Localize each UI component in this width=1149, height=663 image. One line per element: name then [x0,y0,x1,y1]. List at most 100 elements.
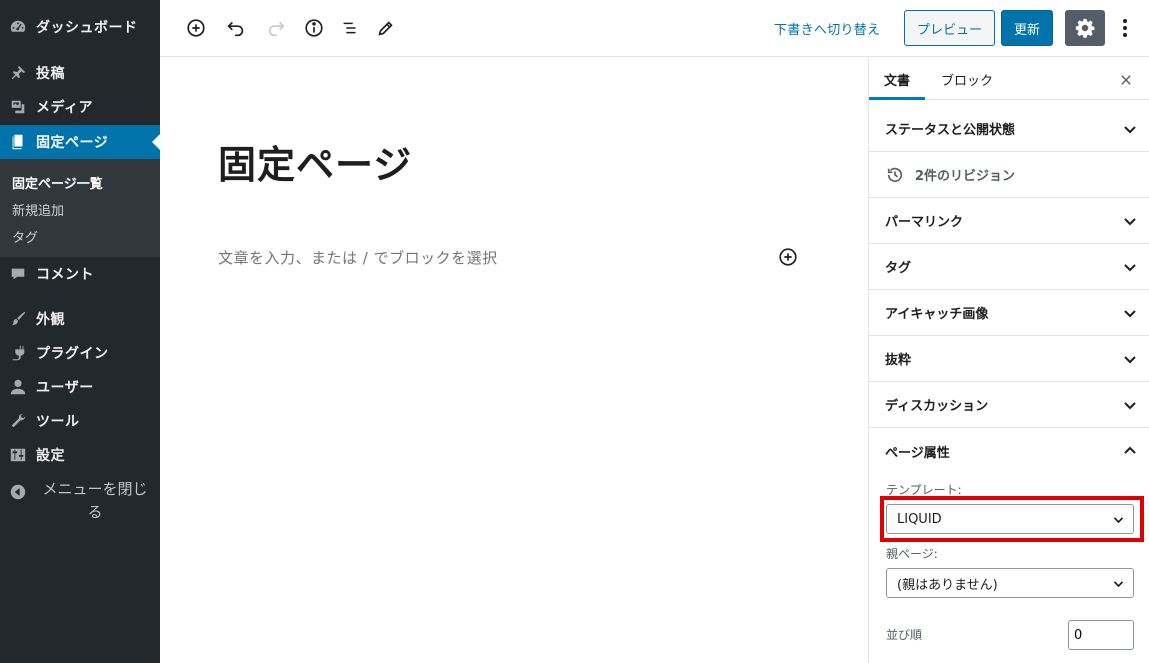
template-label: テンプレート: [886,483,962,497]
settings-sliders-icon [0,446,36,464]
list-view-icon [343,22,356,34]
editor-canvas: 固定ページ 文章を入力、または / でブロックを選択 [160,58,868,663]
undo-icon [227,21,244,37]
menu-item-settings[interactable]: 設定 [0,438,160,472]
menu-item-media[interactable]: メディア [0,90,160,124]
panel-discussion[interactable]: ディスカッション [869,382,1149,428]
menu-item-tools[interactable]: ツール [0,404,160,438]
redo-button[interactable] [262,14,290,42]
comment-icon [0,265,36,283]
section-title: タグ [885,261,912,276]
media-icon [0,98,36,116]
more-options-button[interactable] [1115,14,1135,42]
section-title: 抜粋 [885,353,912,368]
plus-circle-icon [779,248,797,266]
tab-block[interactable]: ブロック [941,58,993,100]
panel-revisions[interactable]: 2件のリビジョン [869,152,1149,198]
paintbrush-icon [0,310,36,328]
menu-label-media: メディア [36,100,94,116]
revisions-label: 2件のリビジョン [915,169,1016,184]
menu-label-plugins: プラグイン [36,346,109,362]
order-input[interactable] [1068,620,1134,650]
menu-label-pages: 固定ページ [36,135,109,151]
chevron-down-icon [1124,126,1136,134]
inline-inserter-button[interactable] [777,246,799,268]
block-placeholder[interactable]: 文章を入力、または / でブロックを選択 [218,247,498,268]
chevron-down-icon [1113,517,1124,524]
redo-icon [268,21,285,37]
parent-page-select-value: (親はありません) [897,577,998,593]
close-sidebar-button[interactable] [1116,70,1136,90]
sidebar-tabs: 文書 ブロック [869,58,1149,100]
menu-label-posts: 投稿 [36,66,65,82]
update-button[interactable]: 更新 [1001,10,1053,46]
edit-mode-button[interactable] [372,14,400,42]
content-info-button[interactable] [300,14,328,42]
tab-document[interactable]: 文書 [869,58,925,100]
menu-item-posts[interactable]: 投稿 [0,56,160,90]
section-title: パーマリンク [885,215,964,230]
pages-submenu: 固定ページ一覧 新規追加 タグ [0,159,160,257]
user-icon [0,378,36,396]
menu-item-dashboard[interactable]: ダッシュボード [0,10,160,44]
pencil-icon [378,21,393,36]
collapse-menu-button[interactable]: メニューを閉じる [0,478,160,530]
section-title: アイキャッチ画像 [885,307,989,322]
menu-item-appearance[interactable]: 外観 [0,302,160,336]
panel-excerpt[interactable]: 抜粋 [869,336,1149,382]
chevron-down-icon [1124,356,1136,364]
dashboard-icon [0,18,36,36]
wrench-icon [0,412,36,430]
gear-icon [1075,18,1095,38]
section-title: ページ属性 [885,445,950,461]
menu-label-settings: 設定 [36,448,65,464]
section-title: ディスカッション [885,399,989,414]
info-icon [305,19,323,37]
menu-item-comments[interactable]: コメント [0,257,160,291]
menu-label-users: ユーザー [36,380,94,396]
panel-status-visibility[interactable]: ステータスと公開状態 [869,106,1149,152]
close-icon [1121,75,1131,85]
undo-button[interactable] [222,14,250,42]
add-block-button[interactable] [182,14,210,42]
settings-sidebar: 文書 ブロック ステータスと公開状態 2件のリビジョン パーマリンク タグ アイ… [868,58,1149,663]
panel-page-attributes[interactable]: ページ属性 [869,428,1149,474]
editor-toolbar: 下書きへ切り替え プレビュー 更新 [160,0,1149,57]
collapse-arrow-icon [0,478,36,530]
chevron-down-icon [1124,310,1136,318]
pages-icon [0,133,36,151]
menu-label-appearance: 外観 [36,312,65,328]
chevron-down-icon [1124,218,1136,226]
pin-icon [0,64,36,82]
menu-item-pages[interactable]: 固定ページ [0,125,160,159]
page-title-input[interactable]: 固定ページ [218,134,412,189]
parent-page-select[interactable]: (親はありません) [886,568,1134,598]
submenu-all-pages[interactable]: 固定ページ一覧 [12,173,103,192]
order-label: 並び順 [886,628,923,642]
panel-featured-image[interactable]: アイキャッチ画像 [869,290,1149,336]
menu-item-plugins[interactable]: プラグイン [0,336,160,370]
switch-to-draft-link[interactable]: 下書きへ切り替え [774,19,880,38]
preview-button[interactable]: プレビュー [904,10,995,46]
vertical-ellipsis-icon [1123,19,1127,37]
menu-item-users[interactable]: ユーザー [0,370,160,404]
menu-label-tools: ツール [36,414,80,430]
submenu-add-new[interactable]: 新規追加 [12,200,64,219]
panel-tags[interactable]: タグ [869,244,1149,290]
settings-toggle-button[interactable] [1065,10,1105,46]
block-navigation-button[interactable] [336,14,364,42]
menu-label-dashboard: ダッシュボード [36,20,138,36]
submenu-tags[interactable]: タグ [12,227,38,246]
chevron-down-icon [1124,264,1136,272]
history-icon [885,165,905,185]
panel-permalink[interactable]: パーマリンク [869,198,1149,244]
admin-sidebar: ダッシュボード 投稿 メディア 固定ページ 固定ページ一覧 新規追加 タグ コメ… [0,0,160,663]
plus-circle-icon [187,19,205,37]
collapse-menu-label: メニューを閉じる [42,480,148,521]
parent-page-label: 親ページ: [886,547,938,561]
menu-label-comments: コメント [36,267,94,283]
template-select[interactable]: LIQUID [886,504,1134,534]
section-title: ステータスと公開状態 [885,123,1016,138]
chevron-down-icon [1124,402,1136,410]
chevron-down-icon [1113,581,1124,588]
